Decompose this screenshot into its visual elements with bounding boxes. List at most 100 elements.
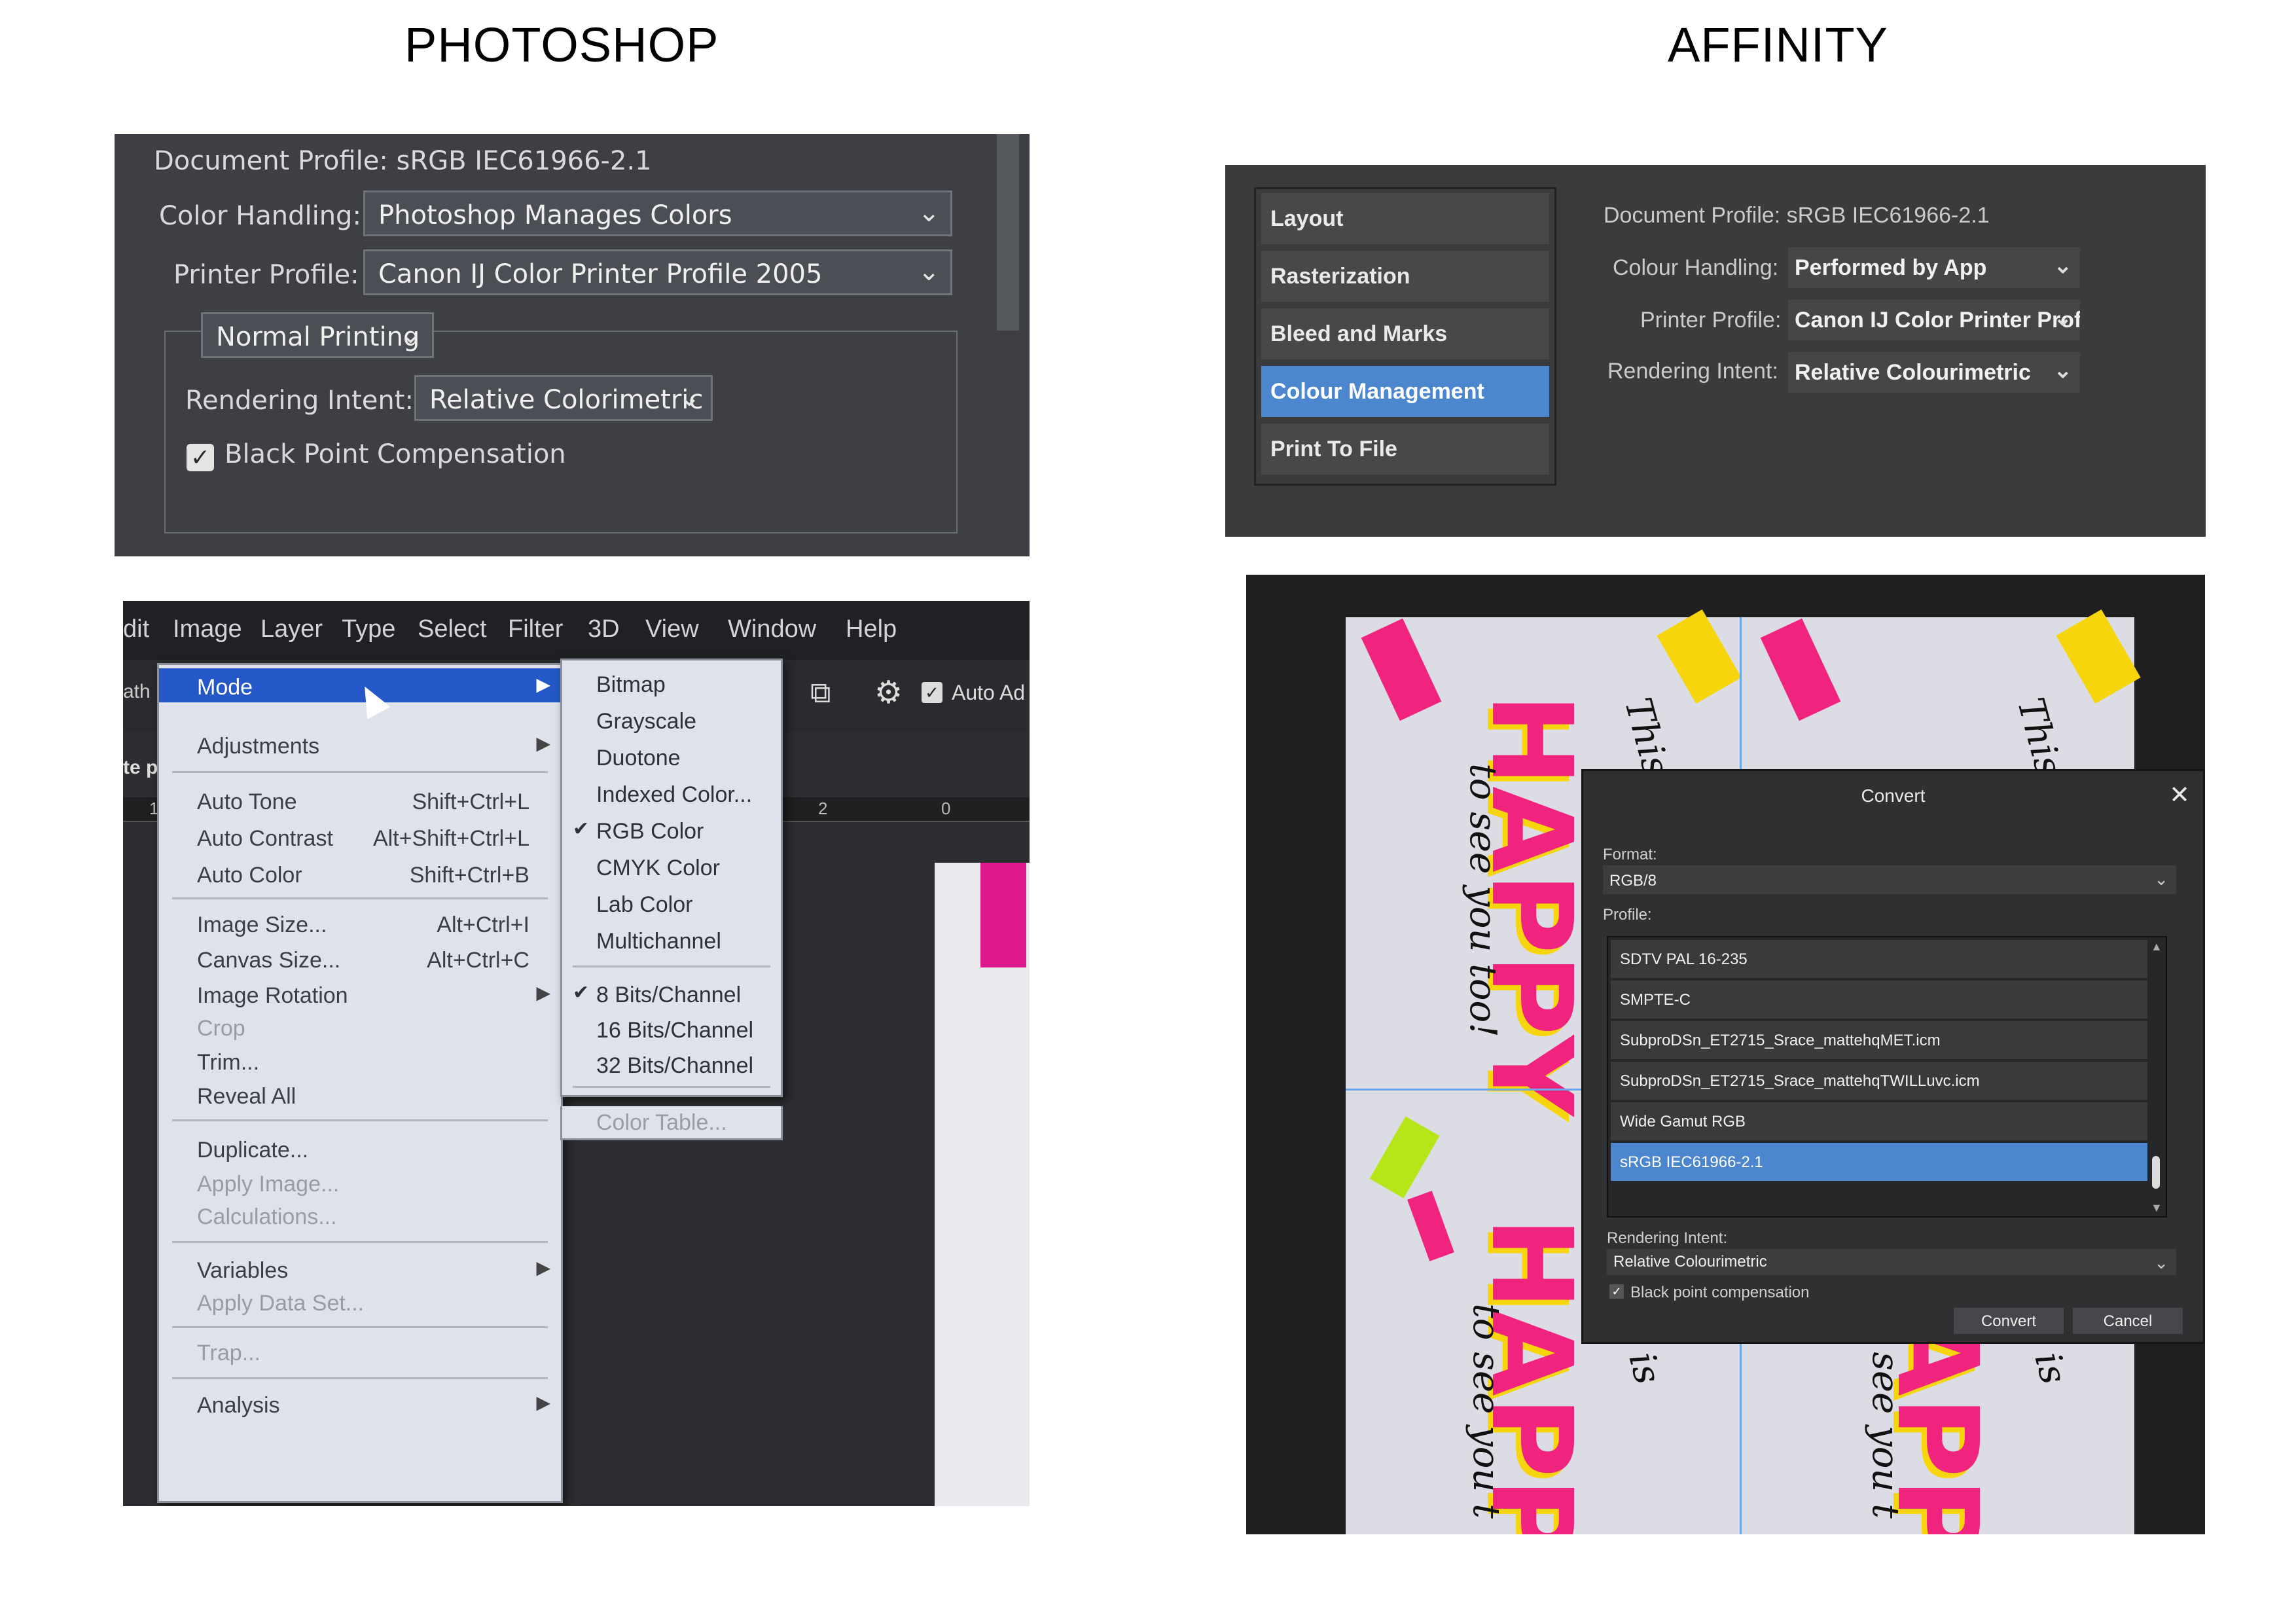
format-select[interactable]: RGB/8 ⌄: [1603, 865, 2176, 894]
menu-item-apply-image[interactable]: Apply Image...: [159, 1165, 561, 1199]
menu-item-analysis[interactable]: Analysis ▶: [159, 1386, 561, 1420]
rendering-intent-select[interactable]: Relative Colourimetric ⌄: [1788, 352, 2080, 393]
auto-select-checkbox[interactable]: ✓: [922, 682, 942, 703]
menu-item-crop[interactable]: Crop: [159, 1009, 561, 1043]
nav-item-rasterization[interactable]: Rasterization: [1261, 251, 1549, 302]
menu-3d[interactable]: 3D: [588, 615, 620, 643]
menu-item-duplicate[interactable]: Duplicate...: [159, 1131, 561, 1165]
mode-item-grayscale[interactable]: Grayscale: [562, 702, 781, 736]
format-label: Format:: [1603, 846, 1657, 863]
menu-image[interactable]: Image: [173, 615, 242, 643]
menu-item-reveal-all[interactable]: Reveal All: [159, 1077, 561, 1111]
mode-item-8-bits[interactable]: ✔ 8 Bits/Channel: [562, 976, 781, 1010]
nav-item-bleed-and-marks[interactable]: Bleed and Marks: [1261, 308, 1549, 359]
gear-icon[interactable]: ⚙: [874, 674, 903, 711]
menu-type[interactable]: Type: [342, 615, 395, 643]
menu-shortcut: Shift+Ctrl+B: [409, 863, 529, 888]
profile-list-scrollbar[interactable]: ▲ ▼: [2149, 940, 2163, 1215]
cancel-button[interactable]: Cancel: [2073, 1308, 2183, 1334]
menu-separator: [172, 897, 548, 899]
mode-item-label: Indexed Color...: [596, 782, 753, 807]
menu-bar: dit Image Layer Type Select Filter 3D Vi…: [123, 601, 1030, 660]
menu-filter[interactable]: Filter: [508, 615, 563, 643]
menu-item-trim[interactable]: Trim...: [159, 1043, 561, 1077]
nav-item-colour-management[interactable]: Colour Management: [1261, 366, 1549, 417]
menu-item-auto-tone[interactable]: Auto Tone Shift+Ctrl+L: [159, 783, 561, 817]
rendering-intent-select[interactable]: Relative Colorimetric ⌄: [414, 375, 713, 421]
menu-item-apply-data-set[interactable]: Apply Data Set...: [159, 1284, 561, 1318]
menu-layer[interactable]: Layer: [260, 615, 323, 643]
printer-profile-select[interactable]: Canon IJ Color Printer Profile 2005 ⌄: [363, 249, 952, 295]
printer-profile-label: Printer Profile:: [173, 260, 359, 290]
photoshop-print-color-panel: Document Profile: sRGB IEC61966-2.1 Colo…: [115, 134, 1030, 556]
menu-item-image-size[interactable]: Image Size... Alt+Ctrl+I: [159, 906, 561, 940]
profile-list-item[interactable]: SubproDSn_ET2715_Srace_mattehqTWILLuvc.i…: [1611, 1062, 2147, 1100]
menu-item-variables[interactable]: Variables ▶: [159, 1252, 561, 1286]
scroll-thumb[interactable]: [2152, 1156, 2160, 1189]
colour-handling-select[interactable]: Performed by App ⌄: [1788, 247, 2080, 288]
mode-item-multichannel[interactable]: Multichannel: [562, 922, 781, 956]
menu-item-label: Auto Contrast: [197, 826, 333, 851]
menu-item-auto-color[interactable]: Auto Color Shift+Ctrl+B: [159, 856, 561, 890]
mode-item-cmyk-color[interactable]: CMYK Color: [562, 849, 781, 883]
document-profile-text: Document Profile: sRGB IEC61966-2.1: [154, 146, 652, 176]
printing-mode-select[interactable]: Normal Printing ⌄: [201, 312, 434, 358]
menu-item-calculations[interactable]: Calculations...: [159, 1198, 561, 1232]
black-point-checkbox[interactable]: ✓: [187, 444, 214, 471]
toolbar-partial-text: ath: [123, 681, 151, 702]
printer-profile-select[interactable]: Canon IJ Color Printer Prof ⌄: [1788, 300, 2080, 340]
scroll-down-icon[interactable]: ▼: [2151, 1201, 2162, 1215]
panel-scrollbar[interactable]: [997, 134, 1019, 331]
black-point-label: Black Point Compensation: [224, 439, 566, 469]
profile-list-item[interactable]: SDTV PAL 16-235: [1611, 940, 2147, 978]
profile-list-item[interactable]: SubproDSn_ET2715_Srace_mattehqMET.icm: [1611, 1021, 2147, 1059]
menu-item-image-rotation[interactable]: Image Rotation ▶: [159, 977, 561, 1011]
rendering-intent-label: Rendering Intent:: [185, 386, 414, 416]
black-point-checkbox[interactable]: ✓: [1609, 1284, 1624, 1299]
submenu-arrow-icon: ▶: [536, 983, 550, 1003]
chevron-down-icon: ⌄: [2053, 306, 2073, 331]
affinity-convert-screen: HAPPY to see you too! This This HAPPY to…: [1246, 575, 2205, 1534]
mode-item-bitmap[interactable]: Bitmap: [562, 666, 781, 700]
menu-item-label: Analysis: [197, 1393, 280, 1418]
menu-item-adjustments[interactable]: Adjustments ▶: [159, 727, 561, 761]
close-icon[interactable]: ✕: [2169, 780, 2190, 810]
layers-icon[interactable]: ⧉: [810, 677, 831, 710]
mode-submenu: Bitmap Grayscale Duotone Indexed Color..…: [560, 659, 783, 1097]
menu-item-canvas-size[interactable]: Canvas Size... Alt+Ctrl+C: [159, 941, 561, 975]
mode-item-label: CMYK Color: [596, 856, 720, 880]
color-handling-label: Color Handling:: [159, 201, 361, 231]
mode-item-indexed-color[interactable]: Indexed Color...: [562, 776, 781, 810]
artwork-tape-pink: [1361, 618, 1442, 721]
nav-item-layout[interactable]: Layout: [1261, 193, 1549, 244]
color-handling-select[interactable]: Photoshop Manages Colors ⌄: [363, 190, 952, 236]
mode-item-rgb-color[interactable]: ✔ RGB Color: [562, 812, 781, 846]
menu-item-trap[interactable]: Trap...: [159, 1334, 561, 1368]
profile-list[interactable]: SDTV PAL 16-235 SMPTE-C SubproDSn_ET2715…: [1607, 936, 2167, 1218]
color-options-group: [164, 331, 958, 533]
menu-item-auto-contrast[interactable]: Auto Contrast Alt+Shift+Ctrl+L: [159, 820, 561, 854]
mode-item-color-table[interactable]: Color Table...: [560, 1106, 783, 1140]
menu-help[interactable]: Help: [846, 615, 897, 643]
profile-list-item[interactable]: SMPTE-C: [1611, 981, 2147, 1019]
mode-item-lab-color[interactable]: Lab Color: [562, 886, 781, 920]
nav-item-print-to-file[interactable]: Print To File: [1261, 424, 1549, 475]
scroll-up-icon[interactable]: ▲: [2151, 940, 2162, 954]
menu-separator: [172, 1377, 548, 1379]
mode-item-16-bits[interactable]: 16 Bits/Channel: [562, 1011, 781, 1045]
rendering-intent-select[interactable]: Relative Colourimetric ⌄: [1607, 1249, 2176, 1275]
black-point-label: Black point compensation: [1630, 1284, 1810, 1301]
mode-item-duotone[interactable]: Duotone: [562, 739, 781, 773]
artwork-script-text: to see you too!: [1461, 763, 1504, 1038]
profile-list-item[interactable]: Wide Gamut RGB: [1611, 1102, 2147, 1140]
menu-edit[interactable]: dit: [123, 615, 149, 643]
mode-item-32-bits[interactable]: 32 Bits/Channel: [562, 1047, 781, 1081]
rendering-intent-value: Relative Colourimetric: [1795, 360, 2031, 385]
mode-item-label: Lab Color: [596, 892, 693, 917]
convert-button[interactable]: Convert: [1954, 1308, 2064, 1334]
menu-window[interactable]: Window: [728, 615, 816, 643]
affinity-heading: AFFINITY: [1668, 18, 1888, 72]
profile-list-item-selected[interactable]: sRGB IEC61966-2.1: [1611, 1143, 2147, 1181]
menu-view[interactable]: View: [645, 615, 699, 643]
menu-select[interactable]: Select: [418, 615, 487, 643]
